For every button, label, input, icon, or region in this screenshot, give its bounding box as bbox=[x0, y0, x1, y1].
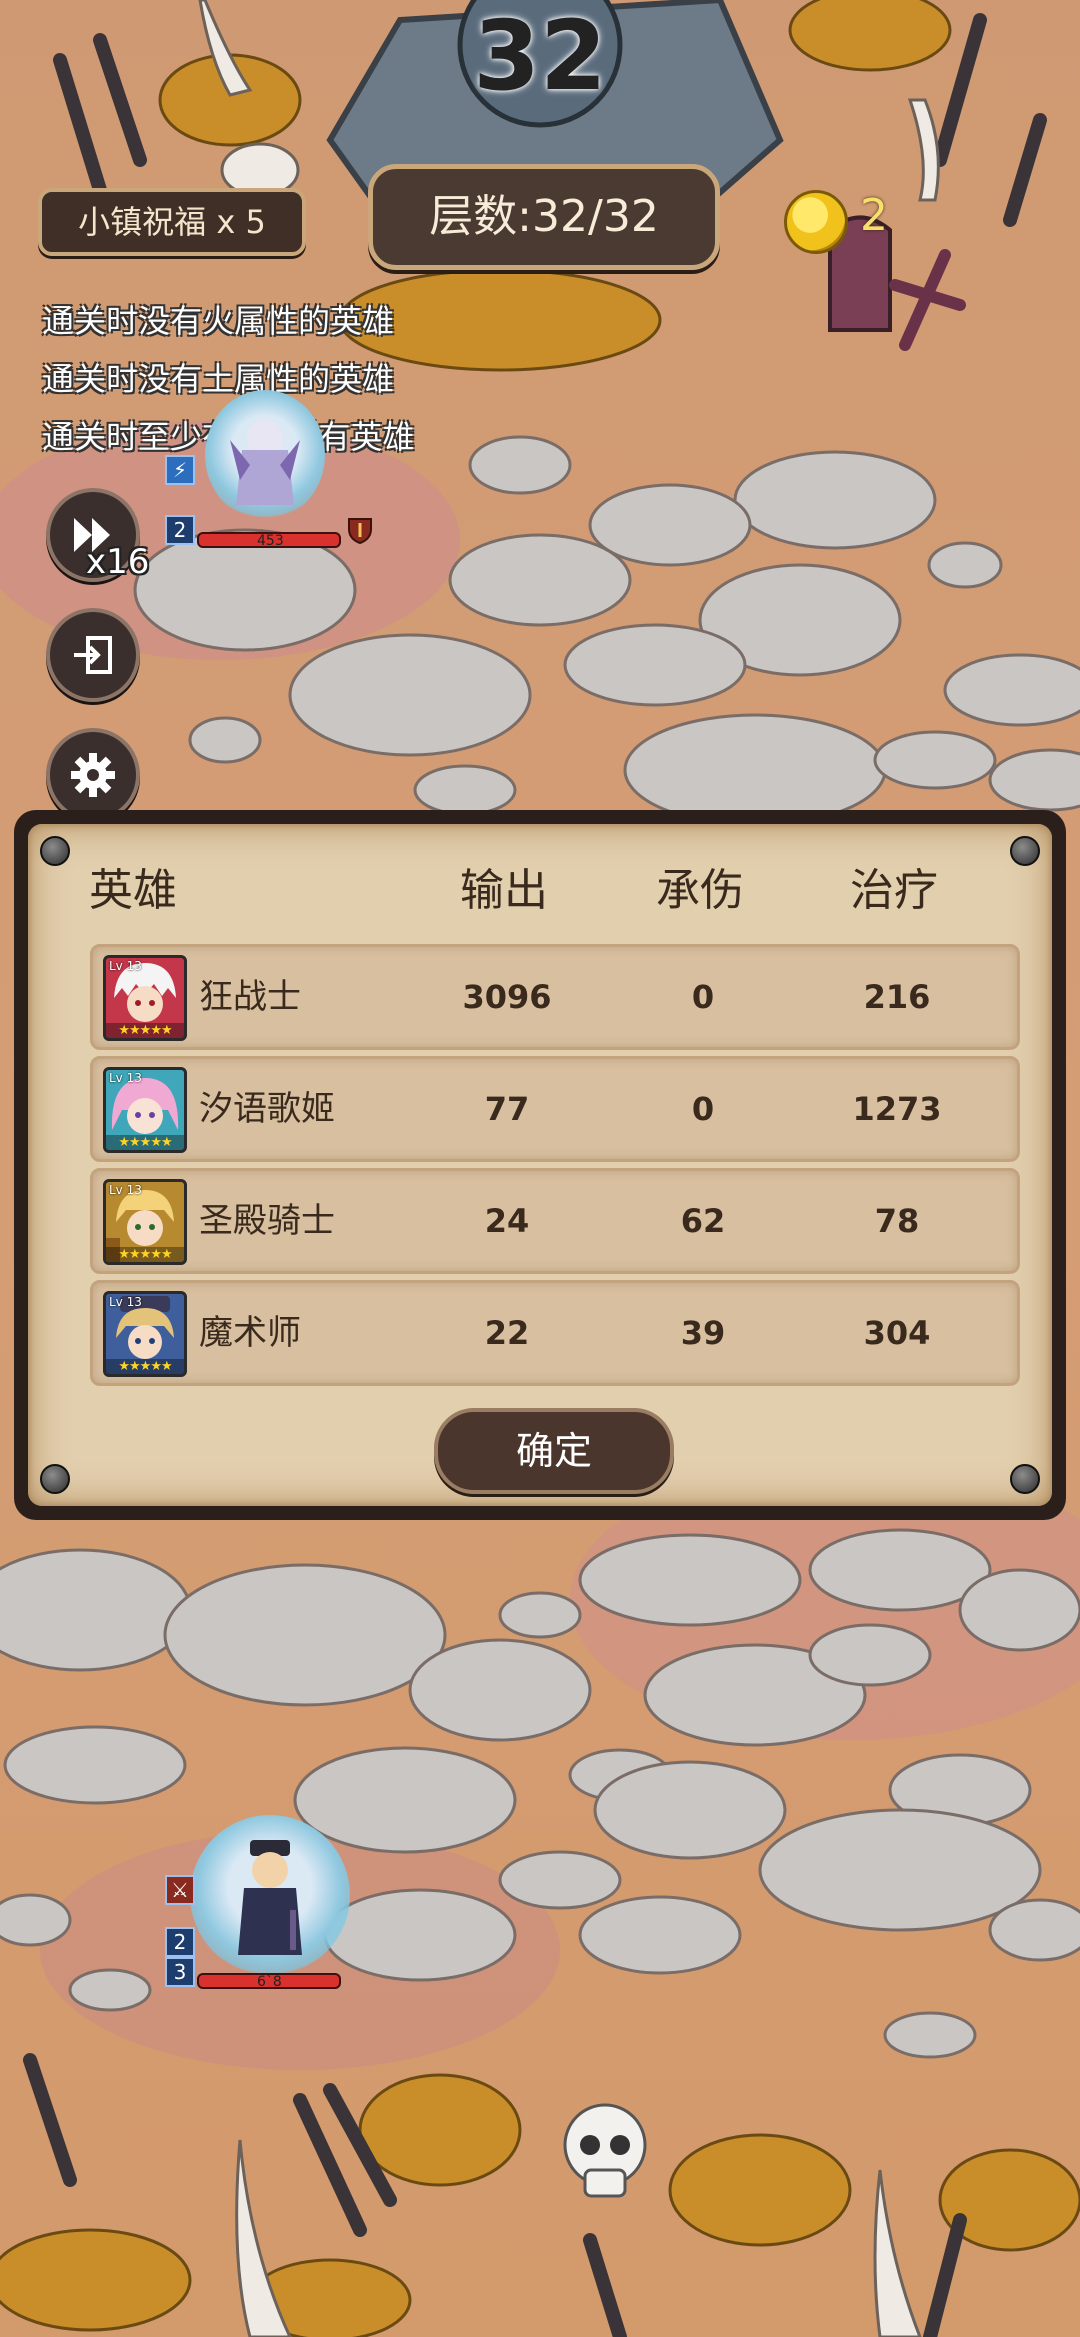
exit-door-icon bbox=[74, 636, 112, 674]
hero-stats-row: Lv 13 ★★★★★ 狂战士 3096 0 216 bbox=[90, 944, 1020, 1050]
battle-stats-parchment: 英雄 输出 承伤 治疗 Lv 13 ★★★★★ 狂战士 3096 0 216 L… bbox=[28, 824, 1052, 1506]
confirm-button[interactable]: 确定 bbox=[434, 1408, 674, 1494]
damage-taken-value: 62 bbox=[680, 1202, 726, 1240]
unit-level-badge: 2 bbox=[165, 1927, 195, 1957]
hero-stars: ★★★★★ bbox=[106, 1135, 184, 1150]
header-damage-taken: 承伤 bbox=[656, 865, 744, 916]
hero-name: 狂战士 bbox=[199, 977, 301, 1017]
gear-icon bbox=[71, 753, 115, 797]
unit-sprite bbox=[230, 420, 300, 505]
shield-sword-icon bbox=[348, 518, 372, 545]
healing-value: 304 bbox=[863, 1314, 931, 1352]
hero-portrait: Lv 13 ★★★★★ bbox=[103, 1179, 187, 1265]
header-damage: 输出 bbox=[460, 865, 548, 916]
damage-taken-value: 0 bbox=[691, 978, 715, 1016]
rivet-icon bbox=[1010, 1464, 1040, 1494]
stats-table-header: 英雄 输出 承伤 治疗 bbox=[28, 856, 1052, 926]
confirm-label: 确定 bbox=[515, 1429, 592, 1473]
hero-name: 魔术师 bbox=[199, 1313, 301, 1353]
battle-stats-panel: 英雄 输出 承伤 治疗 Lv 13 ★★★★★ 狂战士 3096 0 216 L… bbox=[14, 810, 1066, 1520]
hero-portrait: Lv 13 ★★★★★ bbox=[103, 1067, 187, 1153]
town-blessing-label: 小镇祝福 x 5 bbox=[78, 203, 266, 241]
hero-unit[interactable]: ⚔ 2 3 6`8 bbox=[165, 1815, 365, 1995]
unit-buff-badge: ⚡ bbox=[165, 455, 195, 485]
hero-level: Lv 13 bbox=[109, 1183, 142, 1197]
hero-name: 汐语歌姬 bbox=[199, 1089, 335, 1129]
hero-stars: ★★★★★ bbox=[106, 1023, 184, 1038]
hero-stats-row: Lv 13 ★★★★★ 魔术师 22 39 304 bbox=[90, 1280, 1020, 1386]
unit-level-badge: 3 bbox=[165, 1957, 195, 1987]
speed-multiplier: x16 bbox=[86, 542, 150, 582]
damage-taken-value: 0 bbox=[691, 1090, 715, 1128]
header-healing: 治疗 bbox=[850, 865, 938, 916]
floor-label: 层数:32/32 bbox=[429, 191, 659, 242]
unit-level-badge: 2 bbox=[165, 515, 195, 545]
gold-coin-icon bbox=[784, 190, 848, 254]
damage-value: 22 bbox=[484, 1314, 530, 1352]
damage-value: 77 bbox=[484, 1090, 530, 1128]
rivet-icon bbox=[40, 1464, 70, 1494]
healing-value: 216 bbox=[863, 978, 931, 1016]
healing-value: 1273 bbox=[852, 1090, 942, 1128]
hero-level: Lv 13 bbox=[109, 1071, 142, 1085]
floor-indicator: 层数:32/32 bbox=[368, 164, 720, 270]
hero-level: Lv 13 bbox=[109, 959, 142, 973]
hero-stars: ★★★★★ bbox=[106, 1359, 184, 1374]
damage-taken-value: 39 bbox=[680, 1314, 726, 1352]
wave-counter: 32 bbox=[473, 0, 607, 112]
hero-portrait: Lv 13 ★★★★★ bbox=[103, 1291, 187, 1377]
hero-stars: ★★★★★ bbox=[106, 1247, 184, 1262]
hero-name: 圣殿骑士 bbox=[199, 1201, 335, 1241]
coin-count: 2 bbox=[860, 190, 888, 241]
hero-portrait: Lv 13 ★★★★★ bbox=[103, 955, 187, 1041]
hero-level: Lv 13 bbox=[109, 1295, 142, 1309]
condition-item: 通关时没有火属性的英雄 bbox=[42, 302, 395, 340]
unit-hp-text: 453 bbox=[257, 533, 284, 549]
exit-button[interactable] bbox=[46, 608, 140, 702]
hero-stats-row: Lv 13 ★★★★★ 汐语歌姬 77 0 1273 bbox=[90, 1056, 1020, 1162]
settings-button[interactable] bbox=[46, 728, 140, 822]
town-blessing-badge[interactable]: 小镇祝福 x 5 bbox=[38, 188, 306, 256]
unit-hp-text: 6`8 bbox=[257, 1974, 282, 1990]
unit-buff-badge: ⚔ bbox=[165, 1875, 195, 1905]
healing-value: 78 bbox=[874, 1202, 920, 1240]
damage-value: 24 bbox=[484, 1202, 530, 1240]
hero-stats-row: Lv 13 ★★★★★ 圣殿骑士 24 62 78 bbox=[90, 1168, 1020, 1274]
header-hero: 英雄 bbox=[89, 865, 177, 916]
damage-value: 3096 bbox=[462, 978, 552, 1016]
enemy-unit[interactable]: ⚡ 2 453 bbox=[165, 390, 385, 550]
unit-sprite bbox=[238, 1840, 302, 1955]
